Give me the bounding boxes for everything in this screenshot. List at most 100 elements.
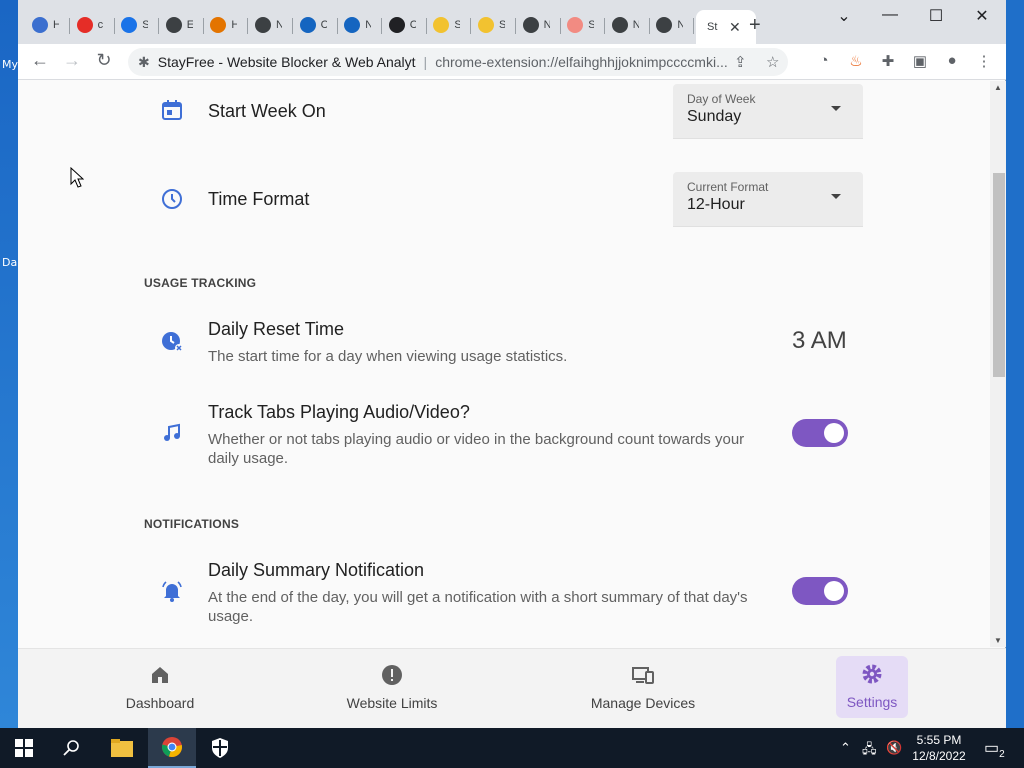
track-tabs-toggle[interactable] bbox=[792, 419, 848, 447]
tab-title: H bbox=[53, 19, 59, 31]
timer-reset-icon bbox=[162, 332, 183, 352]
chevron-up-icon[interactable]: ⌃ bbox=[840, 740, 851, 756]
maximize-button[interactable]: ☐ bbox=[916, 6, 956, 26]
tab-title: H bbox=[231, 19, 238, 31]
nav-label: Website Limits bbox=[346, 695, 438, 711]
tab-separator bbox=[693, 18, 695, 34]
nav-label: Dashboard bbox=[125, 695, 195, 711]
tab-title: S bbox=[588, 19, 595, 31]
extensions-icon[interactable]: ✚ bbox=[878, 52, 898, 72]
daily-reset-value[interactable]: 3 AM bbox=[792, 327, 847, 355]
browser-tab[interactable]: N bbox=[517, 10, 561, 40]
fire-extension-icon[interactable]: ♨ bbox=[846, 52, 866, 72]
browser-tab[interactable]: S bbox=[472, 10, 516, 40]
security-app-button[interactable] bbox=[196, 728, 244, 768]
notifications-heading: NOTIFICATIONS bbox=[144, 517, 240, 531]
network-icon[interactable]: 🖧 bbox=[862, 740, 877, 762]
settings-page: Start Week On Day of Week Sunday Time Fo… bbox=[18, 81, 990, 647]
daily-reset-subtitle: The start time for a day when viewing us… bbox=[208, 348, 568, 365]
tab-favicon-icon bbox=[32, 17, 48, 33]
track-tabs-subtitle: Whether or not tabs playing audio or vid… bbox=[208, 431, 745, 467]
tab-title: S bbox=[499, 19, 505, 31]
devices-icon bbox=[632, 667, 654, 684]
back-icon[interactable]: ← bbox=[28, 50, 52, 71]
desktop-label: Da bbox=[2, 256, 18, 269]
day-of-week-select[interactable]: Day of Week Sunday bbox=[673, 84, 863, 139]
menu-icon[interactable]: ⋮ bbox=[974, 52, 994, 72]
nav-settings[interactable]: Settings bbox=[836, 656, 908, 718]
browser-tab[interactable]: C bbox=[294, 10, 338, 40]
daily-summary-toggle[interactable] bbox=[792, 577, 848, 605]
nav-website-limits[interactable]: Website Limits bbox=[332, 649, 452, 729]
select-value: 12-Hour bbox=[687, 196, 745, 213]
browser-tab[interactable]: c bbox=[71, 10, 115, 40]
bookmark-star-icon[interactable]: ☆ bbox=[766, 53, 779, 71]
tab-title: N bbox=[632, 19, 639, 31]
browser-tab[interactable]: H bbox=[26, 10, 70, 40]
tab-favicon-icon bbox=[567, 17, 584, 33]
browser-tab[interactable]: E bbox=[160, 10, 204, 40]
tab-favicon-icon bbox=[76, 17, 93, 33]
address-bar[interactable]: ✱ StayFree - Website Blocker & Web Analy… bbox=[128, 48, 788, 76]
browser-tab[interactable]: S bbox=[115, 10, 160, 40]
tab-favicon-icon bbox=[433, 17, 450, 33]
browser-tab[interactable]: S bbox=[561, 10, 606, 40]
side-panel-icon[interactable]: ▣ bbox=[910, 52, 930, 72]
start-button[interactable] bbox=[0, 728, 48, 768]
browser-tab[interactable]: H bbox=[204, 10, 249, 40]
tab-close-icon[interactable]: ✕ bbox=[729, 19, 741, 36]
new-tab-button[interactable]: + bbox=[749, 14, 761, 37]
scroll-up-icon[interactable]: ▲ bbox=[994, 83, 1002, 92]
desktop-label: My bbox=[2, 58, 19, 71]
tab-favicon-icon bbox=[210, 17, 227, 33]
clock-icon bbox=[162, 189, 182, 209]
forward-icon[interactable]: → bbox=[60, 50, 84, 71]
search-button[interactable] bbox=[48, 728, 96, 768]
time-format-title: Time Format bbox=[208, 189, 310, 209]
share-icon[interactable]: ⇪ bbox=[734, 53, 747, 71]
scrollbar[interactable]: ▲ ▼ bbox=[990, 81, 1006, 647]
scroll-down-icon[interactable]: ▼ bbox=[994, 636, 1002, 645]
caret-down-icon bbox=[831, 106, 841, 111]
volume-muted-icon[interactable]: 🔇 bbox=[886, 740, 902, 756]
nav-dashboard[interactable]: Dashboard bbox=[110, 649, 210, 729]
bell-ring-icon bbox=[162, 581, 182, 602]
tab-strip: Hc S E H N C N C S S N S N N St ✕ + ⌄ — ☐ ✕ bbox=[18, 0, 1006, 44]
browser-tab[interactable]: N bbox=[249, 10, 293, 40]
scrollbar-thumb[interactable] bbox=[993, 173, 1005, 377]
tab-title: C bbox=[409, 19, 416, 31]
profile-avatar[interactable]: ● bbox=[942, 52, 962, 72]
folder-icon bbox=[111, 739, 133, 757]
divider: | bbox=[423, 54, 428, 70]
tab-favicon-icon bbox=[165, 17, 182, 33]
browser-tab[interactable]: N bbox=[606, 10, 650, 40]
browser-tab[interactable]: N bbox=[338, 10, 383, 40]
time-format-select[interactable]: Current Format 12-Hour bbox=[673, 172, 863, 227]
close-window-button[interactable]: ✕ bbox=[962, 6, 1002, 26]
stayfree-extension-icon[interactable]: ◔ bbox=[814, 52, 834, 72]
tab-favicon-icon bbox=[299, 17, 316, 33]
tab-favicon-icon bbox=[478, 17, 494, 33]
browser-tab[interactable]: S bbox=[427, 10, 472, 40]
browser-tab[interactable]: C bbox=[383, 10, 427, 40]
reload-icon[interactable]: ↻ bbox=[92, 50, 116, 71]
tab-title: E bbox=[186, 19, 193, 31]
home-icon bbox=[152, 667, 168, 683]
music-note-icon bbox=[164, 423, 180, 441]
chrome-taskbar-button[interactable] bbox=[148, 728, 196, 768]
windows-logo-icon bbox=[15, 739, 33, 757]
taskbar-clock[interactable]: 5:55 PM 12/8/2022 bbox=[912, 732, 966, 764]
gear-icon bbox=[862, 664, 882, 684]
file-explorer-button[interactable] bbox=[98, 728, 146, 768]
nav-manage-devices[interactable]: Manage Devices bbox=[578, 649, 708, 729]
tab-title: S bbox=[142, 19, 149, 31]
url-text[interactable]: chrome-extension://elfaihghhjjoknimpcccc… bbox=[435, 54, 735, 70]
tab-search-button[interactable]: ⌄ bbox=[824, 6, 864, 26]
select-label: Current Format bbox=[687, 180, 769, 194]
tab-active-stayfree[interactable]: St ✕ bbox=[696, 10, 756, 44]
notification-center-icon[interactable]: ▭2 bbox=[984, 738, 1005, 760]
browser-tab[interactable]: N bbox=[650, 10, 695, 40]
caret-down-icon bbox=[831, 194, 841, 199]
minimize-button[interactable]: — bbox=[870, 6, 910, 24]
start-week-title: Start Week On bbox=[208, 101, 326, 121]
